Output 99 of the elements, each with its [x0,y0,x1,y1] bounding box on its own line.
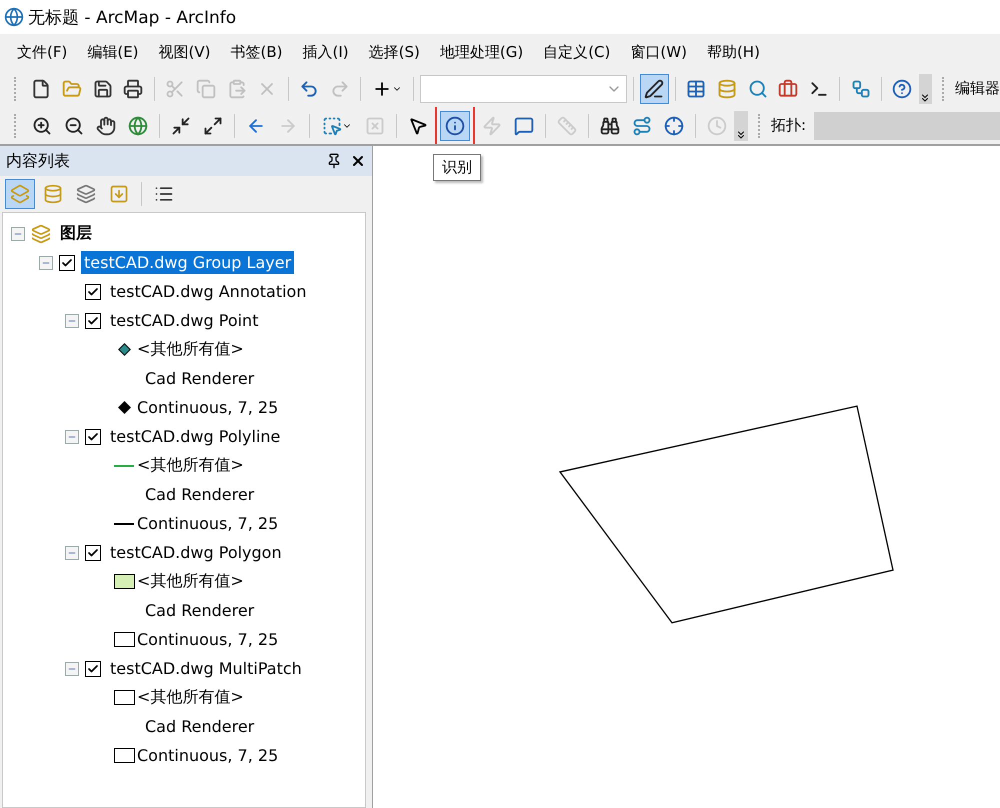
hand-icon [96,116,116,136]
legend-label: <其他所有值> [137,687,244,708]
menu-item[interactable]: 自定义(C) [534,38,620,66]
zoom-in-icon [32,116,52,136]
checkbox[interactable] [85,660,101,676]
tooltip: 识别 [433,154,481,181]
legend-label: Cad Renderer [145,601,254,620]
legend-label: Continuous, 7, 25 [137,630,278,649]
checkbox[interactable] [59,254,75,270]
layer-name[interactable]: testCAD.dwg Annotation [107,280,310,303]
topology-field[interactable] [814,112,1000,140]
toolbar-overflow-button[interactable] [734,110,748,140]
pin-icon[interactable] [326,153,342,169]
check-icon [87,546,99,558]
binoculars-icon [600,116,620,136]
toolbar-label: 编辑器 [955,79,1000,98]
speech-bubble-icon [514,116,534,136]
table-icon [686,78,706,98]
layers-icon [76,184,96,204]
legend-label: Cad Renderer [145,485,254,504]
info-icon [445,116,465,136]
toolbox-icon [778,78,798,98]
checkbox[interactable] [85,284,101,300]
collapse-toggle[interactable] [65,430,79,444]
checkbox[interactable] [85,544,101,560]
legend-label: <其他所有值> [137,571,244,592]
check-icon [87,430,99,442]
route-icon [632,116,652,136]
copy-icon [196,78,216,98]
toolbar-label: 拓扑: [771,116,806,135]
layer-name[interactable]: testCAD.dwg MultiPatch [107,657,305,680]
legend-label: Continuous, 7, 25 [137,514,278,533]
check-icon [61,256,73,268]
collapse-toggle[interactable] [65,546,79,560]
help-icon [892,78,912,98]
zoom-out-icon [64,116,84,136]
database-icon [43,184,63,204]
window-title: 无标题 - ArcMap - ArcInfo [28,6,236,28]
layer-name[interactable]: testCAD.dwg Group Layer [81,251,294,274]
identify-tool-button[interactable] [440,110,470,140]
legend-label: <其他所有值> [137,455,244,476]
collapse-toggle[interactable] [65,662,79,676]
menu-item[interactable]: 选择(S) [360,38,429,66]
pointer-icon [408,116,428,136]
scissors-icon [165,78,186,98]
close-icon[interactable] [350,153,366,169]
legend-label: Continuous, 7, 25 [137,398,278,417]
tree-label[interactable]: 图层 [57,221,95,246]
layer-name[interactable]: testCAD.dwg Polyline [107,425,284,448]
search-icon [748,78,768,98]
legend-label: <其他所有值> [137,339,244,360]
lightning-icon [482,116,502,136]
check-icon [87,662,99,674]
menu-item[interactable]: 文件(F) [8,38,76,66]
undo-icon [299,78,320,98]
checkbox[interactable] [85,428,101,444]
printer-icon [123,78,144,98]
menu-item[interactable]: 编辑(E) [78,38,148,66]
menu-item[interactable]: 帮助(H) [698,38,769,66]
panel-title: 内容列表 [6,150,70,172]
layer-name[interactable]: testCAD.dwg Point [107,309,262,332]
outward-arrows-icon [203,116,223,136]
layers-icon [31,224,51,244]
inward-arrows-icon [171,116,191,136]
legend-label: Cad Renderer [145,369,254,388]
checkbox[interactable] [85,312,101,328]
blank-page-icon [31,78,52,98]
menu-item[interactable]: 窗口(W) [621,38,696,66]
menu-item[interactable]: 地理处理(G) [430,38,532,66]
legend-label: Continuous, 7, 25 [137,746,278,765]
database-icon [716,78,737,98]
crosshair-icon [664,116,684,136]
editor-tool-button[interactable] [640,74,669,104]
collapse-toggle[interactable] [39,256,53,270]
clock-icon [707,116,727,136]
toolbar-overflow-button[interactable] [918,74,932,104]
clear-box-icon [365,116,385,136]
select-box-icon [322,116,342,136]
paste-icon [226,78,247,98]
pencil-icon [644,78,664,98]
layer-name[interactable]: testCAD.dwg Polygon [107,541,285,564]
chevron-icon [735,128,747,140]
legend-label: Cad Renderer [145,717,254,736]
menu-item[interactable]: 插入(I) [294,38,358,66]
check-icon [87,314,99,326]
globe-icon [128,116,148,136]
menu-item[interactable]: 视图(V) [150,38,220,66]
collapse-toggle[interactable] [11,226,25,240]
layers-order-icon [10,184,30,204]
folder-icon [62,78,82,98]
save-icon [92,78,113,98]
check-icon [87,286,99,298]
flow-diagram-icon [850,78,871,98]
app-globe-icon [4,7,24,27]
ruler-icon [557,116,577,136]
collapse-toggle[interactable] [65,314,79,328]
redo-icon [330,78,350,98]
selection-icon [109,184,129,204]
menu-item[interactable]: 书签(B) [222,38,292,66]
